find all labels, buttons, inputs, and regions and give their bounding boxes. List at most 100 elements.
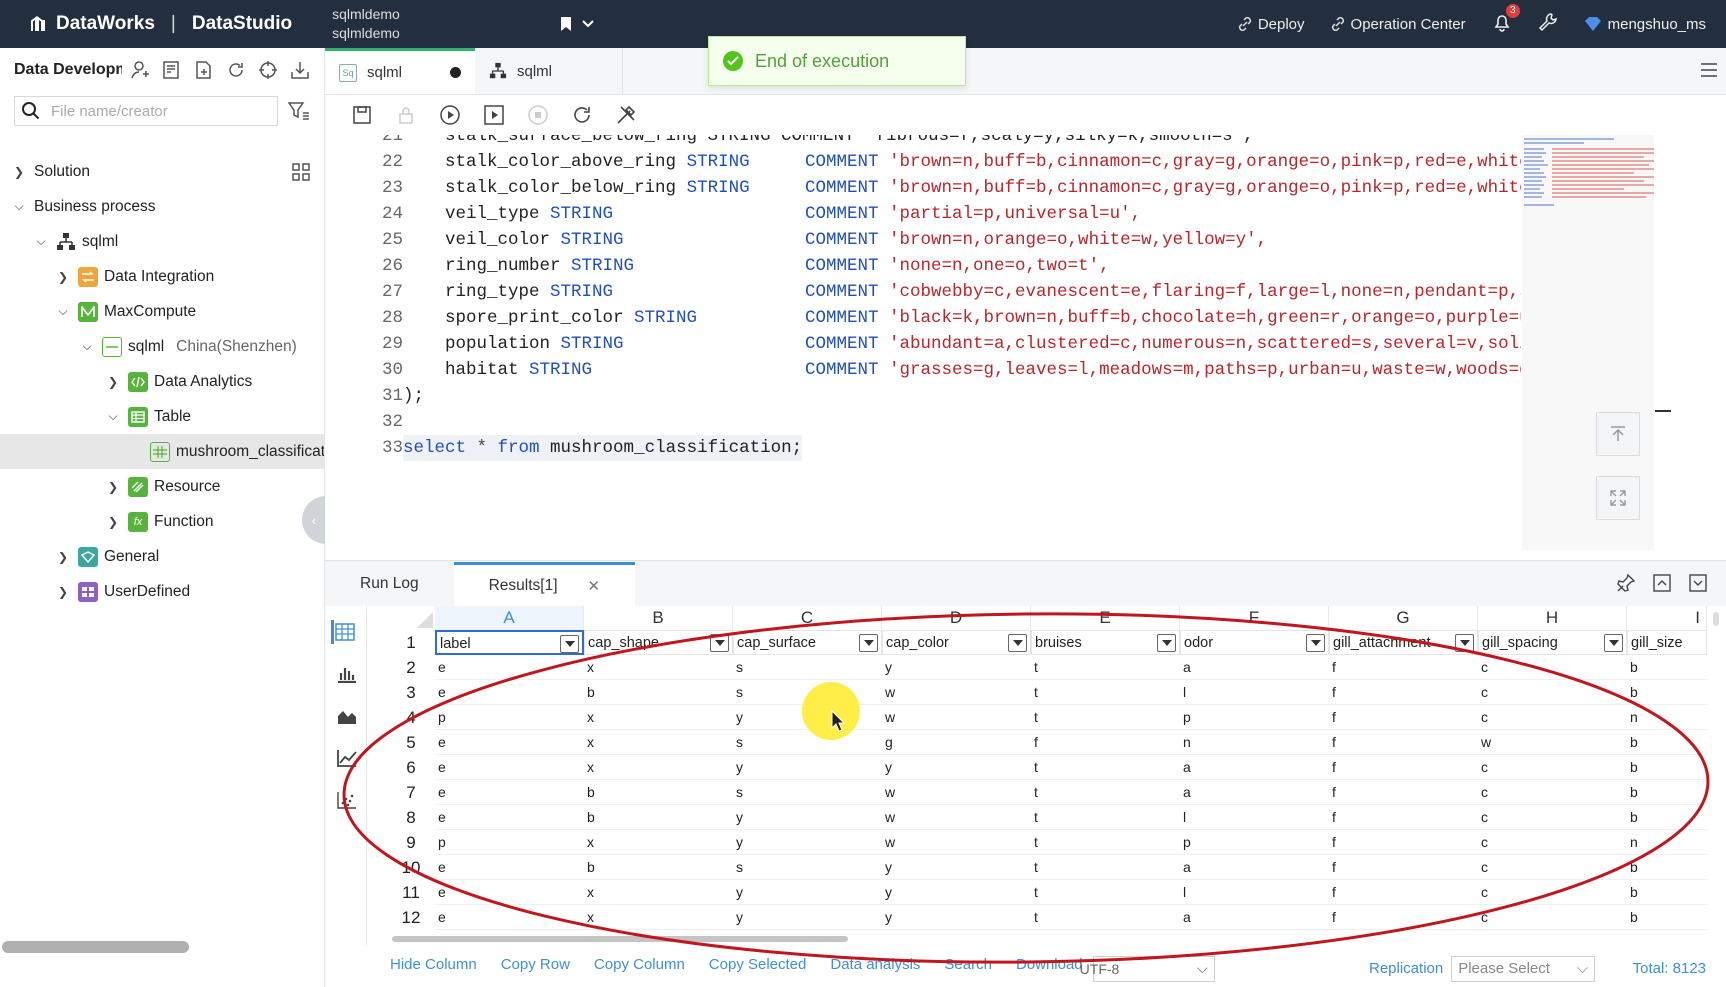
tree-item-mushroom-classification[interactable]: mushroom_classification — [0, 434, 325, 469]
column-header-cell[interactable]: gill_spacing — [1478, 630, 1627, 655]
column-dropdown-icon[interactable] — [859, 634, 878, 652]
table-cell[interactable]: c — [1478, 780, 1627, 805]
grid-view-icon[interactable] — [291, 162, 311, 182]
sidebar-horizontal-scrollbar[interactable] — [2, 941, 189, 953]
column-dropdown-icon[interactable] — [1455, 634, 1474, 652]
grid-horizontal-scrollbar[interactable] — [392, 936, 848, 942]
table-cell[interactable]: c — [1478, 805, 1627, 830]
reload-button[interactable] — [571, 104, 593, 126]
table-cell[interactable]: b — [1627, 730, 1707, 755]
column-header-cell[interactable]: cap_surface — [733, 630, 882, 655]
column-header-cell[interactable]: gill_attachment — [1329, 630, 1478, 655]
table-cell[interactable]: e — [435, 780, 584, 805]
column-letter[interactable]: D — [882, 606, 1031, 630]
table-cell[interactable]: c — [1478, 655, 1627, 680]
table-cell[interactable]: e — [435, 905, 584, 930]
data-analysis-button[interactable]: Data analysis — [830, 956, 920, 982]
table-cell[interactable]: y — [733, 830, 882, 855]
table-cell[interactable]: y — [882, 880, 1031, 905]
chevron-down-icon[interactable]: ⌵ — [56, 304, 70, 319]
table-cell[interactable]: t — [1031, 805, 1180, 830]
table-cell[interactable]: b — [584, 855, 733, 880]
table-cell[interactable]: y — [733, 805, 882, 830]
table-cell[interactable]: b — [1627, 680, 1707, 705]
table-cell[interactable]: x — [584, 655, 733, 680]
table-cell[interactable]: y — [733, 905, 882, 930]
tree-item-table[interactable]: ⌵ Table — [0, 399, 325, 434]
table-cell[interactable]: y — [882, 655, 1031, 680]
table-cell[interactable]: w — [882, 830, 1031, 855]
grid-vertical-scrollbar[interactable] — [1713, 612, 1719, 626]
save-button[interactable] — [351, 104, 373, 126]
table-cell[interactable]: y — [882, 855, 1031, 880]
line-chart-icon[interactable] — [335, 746, 359, 770]
column-header-cell[interactable]: gill_size — [1627, 630, 1707, 655]
column-header-cell[interactable]: cap_color — [882, 630, 1031, 655]
table-cell[interactable]: w — [1478, 730, 1627, 755]
chevron-right-icon[interactable]: ❯ — [106, 375, 120, 389]
area-chart-icon[interactable] — [335, 704, 359, 728]
column-letter[interactable]: C — [733, 606, 882, 630]
tree-item-userdefined[interactable]: ❯ UserDefined — [0, 574, 325, 609]
hide-column-button[interactable]: Hide Column — [390, 956, 477, 982]
table-cell[interactable]: b — [1627, 755, 1707, 780]
table-cell[interactable]: f — [1329, 705, 1478, 730]
bar-chart-icon[interactable] — [335, 662, 359, 686]
table-cell[interactable]: t — [1031, 830, 1180, 855]
table-cell[interactable]: a — [1180, 855, 1329, 880]
table-cell[interactable]: c — [1478, 705, 1627, 730]
format-button[interactable] — [615, 104, 637, 126]
table-cell[interactable]: n — [1627, 705, 1707, 730]
tree-item-maxcompute[interactable]: ⌵ MaxCompute — [0, 294, 325, 329]
table-cell[interactable]: b — [584, 680, 733, 705]
table-cell[interactable]: a — [1180, 905, 1329, 930]
project-switcher[interactable]: sqlmldemo sqlmldemo — [332, 5, 400, 43]
table-cell[interactable]: p — [1180, 830, 1329, 855]
table-cell[interactable]: x — [584, 755, 733, 780]
table-cell[interactable]: l — [1180, 680, 1329, 705]
row-number[interactable]: 4 — [387, 705, 435, 730]
user-menu[interactable]: mengshuo_ms — [1584, 16, 1706, 33]
table-cell[interactable]: n — [1627, 830, 1707, 855]
chevron-down-icon[interactable]: ⌵ — [34, 234, 48, 249]
tab-sqlml-sql[interactable]: Sq sqlml — [325, 48, 475, 94]
table-cell[interactable]: s — [733, 780, 882, 805]
table-cell[interactable]: n — [1180, 730, 1329, 755]
chevron-right-icon[interactable]: ❯ — [106, 480, 120, 494]
chevron-down-icon[interactable]: ⌵ — [12, 199, 26, 214]
chevron-right-icon[interactable]: ❯ — [56, 270, 70, 284]
table-cell[interactable]: e — [435, 880, 584, 905]
user-filter-icon[interactable] — [130, 60, 150, 80]
tree-item-business-process[interactable]: ⌵ Business process — [0, 189, 325, 224]
table-cell[interactable]: p — [435, 830, 584, 855]
tab-run-log[interactable]: Run Log — [325, 562, 454, 606]
column-dropdown-icon[interactable] — [1604, 634, 1623, 652]
tab-results[interactable]: Results[1] ✕ — [453, 562, 636, 606]
table-cell[interactable]: y — [882, 755, 1031, 780]
table-cell[interactable]: c — [1478, 830, 1627, 855]
table-cell[interactable]: p — [1180, 705, 1329, 730]
table-cell[interactable]: x — [584, 905, 733, 930]
table-cell[interactable]: f — [1329, 755, 1478, 780]
table-cell[interactable]: t — [1031, 755, 1180, 780]
fullscreen-button[interactable] — [1596, 476, 1640, 520]
table-cell[interactable]: e — [435, 805, 584, 830]
table-cell[interactable]: f — [1329, 780, 1478, 805]
refresh-icon[interactable] — [226, 60, 246, 80]
row-number[interactable]: 6 — [387, 755, 435, 780]
tree-item-solution[interactable]: ❯ Solution — [0, 154, 325, 189]
code-editor[interactable]: 21 22 23 24 25 26 27 28 29 30 31 32 33 s… — [325, 135, 1521, 550]
pin-icon[interactable] — [1616, 573, 1636, 593]
table-cell[interactable]: f — [1329, 855, 1478, 880]
select-all-corner[interactable] — [387, 606, 435, 630]
table-cell[interactable]: f — [1329, 805, 1478, 830]
chevron-right-icon[interactable]: ❯ — [106, 515, 120, 529]
table-cell[interactable]: x — [584, 705, 733, 730]
tree-item-resource[interactable]: ❯ Resource — [0, 469, 325, 504]
copy-column-button[interactable]: Copy Column — [594, 956, 685, 982]
column-dropdown-icon[interactable] — [1157, 634, 1176, 652]
table-cell[interactable]: a — [1180, 655, 1329, 680]
close-tab-icon[interactable]: ✕ — [588, 577, 601, 595]
row-number[interactable]: 1 — [387, 630, 435, 655]
tree-item-sqlml-engine[interactable]: ⌵ sqlml China(Shenzhen) — [0, 329, 325, 364]
